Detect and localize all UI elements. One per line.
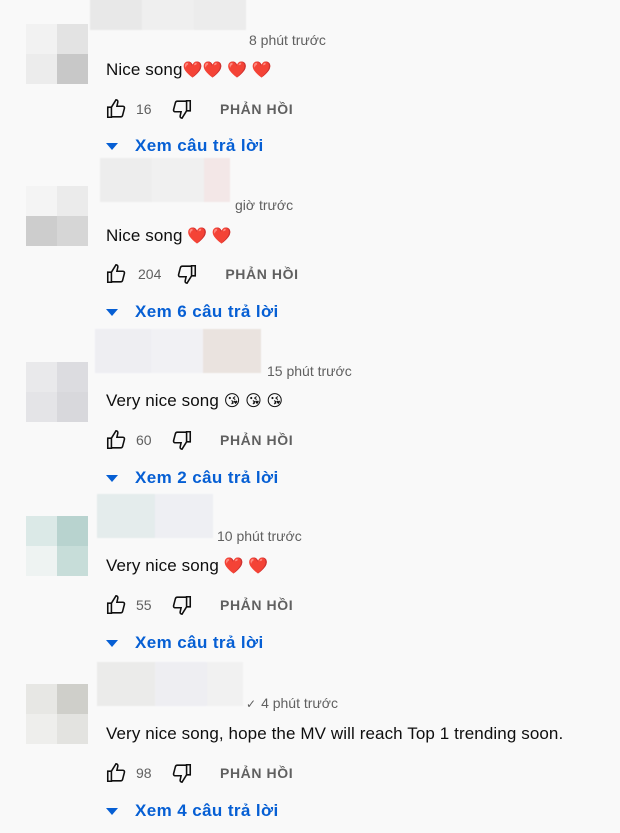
dislike-icon[interactable] <box>170 593 194 617</box>
avatar[interactable] <box>26 24 88 84</box>
comment-emoji: ❤️❤️ ❤️ ❤️ <box>182 62 272 79</box>
avatar[interactable] <box>26 186 88 246</box>
comment-text: Very nice song 😘 😘 😘 <box>106 391 284 410</box>
comment-actions: 60 PHẢN HỒI <box>104 428 293 452</box>
comment-actions: 98 PHẢN HỒI <box>104 761 293 785</box>
comment-emoji: 😘 😘 😘 <box>223 393 284 410</box>
comment-time[interactable]: giờ trước <box>235 197 293 213</box>
comment-text: Very nice song ❤️ ❤️ <box>106 556 269 575</box>
avatar[interactable] <box>26 362 88 422</box>
dislike-icon[interactable] <box>175 262 199 286</box>
author-name-redacted[interactable] <box>90 0 246 30</box>
like-icon[interactable] <box>104 761 128 785</box>
avatar[interactable] <box>26 684 88 744</box>
view-replies-button[interactable]: Xem câu trả lời <box>104 633 264 653</box>
comment-thread: 8 phút trước Nice song❤️❤️ ❤️ ❤️ 16 PHẢN… <box>0 0 620 155</box>
view-replies-button[interactable]: Xem 6 câu trả lời <box>104 302 279 322</box>
reply-button[interactable]: PHẢN HỒI <box>220 101 293 117</box>
like-icon[interactable] <box>104 428 128 452</box>
like-icon[interactable] <box>104 262 128 286</box>
like-icon[interactable] <box>104 593 128 617</box>
comment-actions: 16 PHẢN HỒI <box>104 97 293 121</box>
view-replies-button[interactable]: Xem 4 câu trả lời <box>104 801 279 821</box>
like-count: 204 <box>138 266 162 282</box>
comment-time[interactable]: ✓ 4 phút trước <box>246 695 338 711</box>
comment-text: Very nice song, hope the MV will reach T… <box>106 724 564 743</box>
comment-actions: 55 PHẢN HỒI <box>104 593 293 617</box>
dislike-icon[interactable] <box>170 761 194 785</box>
reply-button[interactable]: PHẢN HỒI <box>220 597 293 613</box>
author-name-redacted[interactable] <box>100 158 230 202</box>
author-name-redacted[interactable] <box>97 494 213 538</box>
comment-thread: 10 phút trước Very nice song ❤️ ❤️ 55 PH… <box>0 494 620 660</box>
caret-down-icon <box>106 142 118 150</box>
caret-down-icon <box>106 308 118 316</box>
comment-text: Nice song❤️❤️ ❤️ ❤️ <box>106 60 272 79</box>
comment-emoji: ❤️ ❤️ <box>223 558 269 575</box>
dislike-icon[interactable] <box>170 97 194 121</box>
comment-text: Nice song ❤️ ❤️ <box>106 226 232 245</box>
comment-thread: ✓ 4 phút trước Very nice song, hope the M… <box>0 662 620 828</box>
like-count: 98 <box>136 765 152 781</box>
comment-emoji: ❤️ ❤️ <box>187 228 232 245</box>
reply-button[interactable]: PHẢN HỒI <box>220 432 293 448</box>
comment-thread: 15 phút trước Very nice song 😘 😘 😘 60 PH… <box>0 329 620 495</box>
comment-time[interactable]: 8 phút trước <box>249 32 326 48</box>
like-count: 16 <box>136 101 152 117</box>
caret-down-icon <box>106 474 118 482</box>
like-count: 55 <box>136 597 152 613</box>
comment-actions: 204 PHẢN HỒI <box>104 262 299 286</box>
caret-down-icon <box>106 639 118 647</box>
like-icon[interactable] <box>104 97 128 121</box>
check-icon: ✓ <box>246 697 257 711</box>
author-name-redacted[interactable] <box>95 329 261 373</box>
dislike-icon[interactable] <box>170 428 194 452</box>
view-replies-button[interactable]: Xem 2 câu trả lời <box>104 468 279 488</box>
author-name-redacted[interactable] <box>97 662 243 706</box>
caret-down-icon <box>106 807 118 815</box>
avatar[interactable] <box>26 516 88 576</box>
comment-thread: giờ trước Nice song ❤️ ❤️ 204 PHẢN HỒI X… <box>0 152 620 321</box>
comment-time[interactable]: 15 phút trước <box>267 363 352 379</box>
comment-time[interactable]: 10 phút trước <box>217 528 302 544</box>
reply-button[interactable]: PHẢN HỒI <box>220 765 293 781</box>
like-count: 60 <box>136 432 152 448</box>
reply-button[interactable]: PHẢN HỒI <box>225 266 298 282</box>
